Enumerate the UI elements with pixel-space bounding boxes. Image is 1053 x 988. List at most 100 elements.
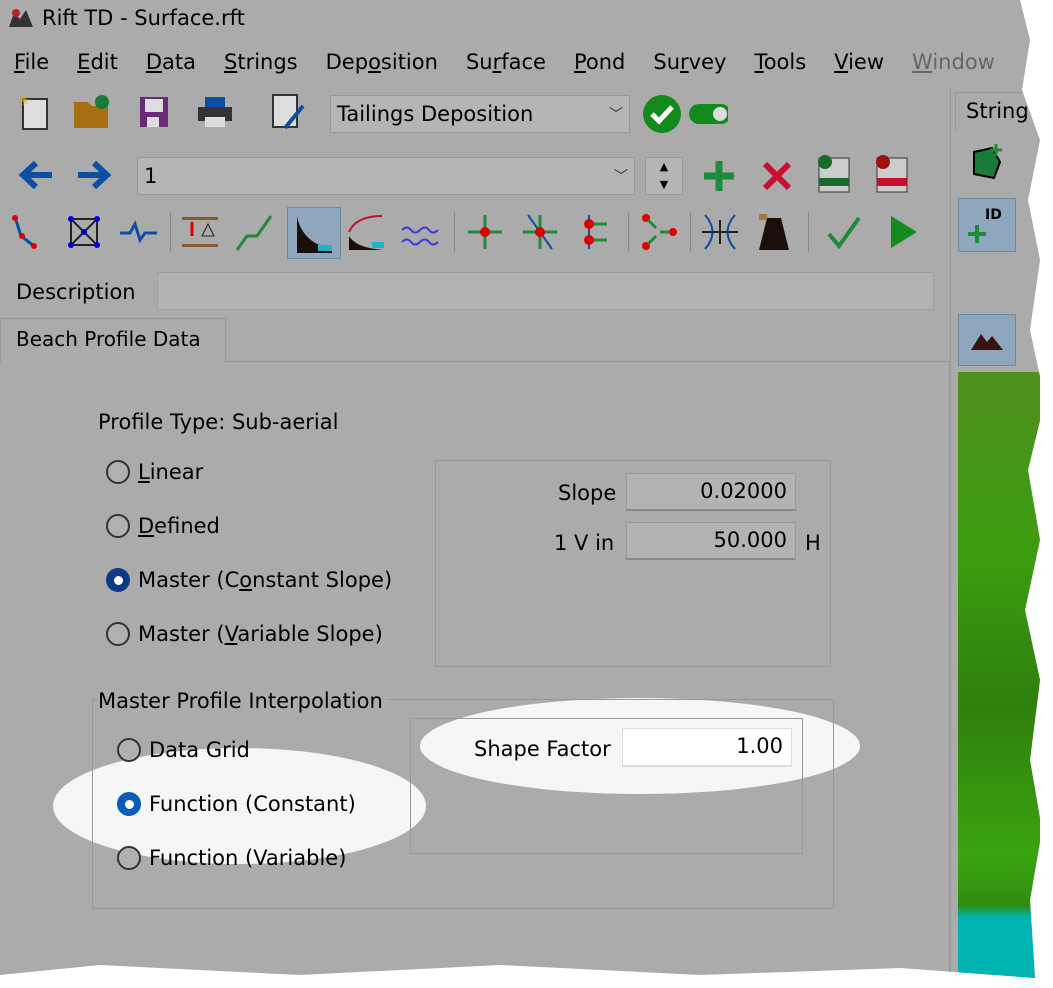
toggle-on-icon[interactable] xyxy=(688,94,728,134)
radio-button[interactable] xyxy=(106,460,130,484)
profile-type-radio[interactable]: Defined xyxy=(106,514,220,538)
tab-string[interactable]: String xyxy=(955,92,1040,132)
spin-down-icon[interactable]: ▼ xyxy=(646,176,682,194)
toolbar-separator xyxy=(628,212,629,252)
interpolation-radio[interactable]: Function (Variable) xyxy=(117,846,346,870)
elevation-icon[interactable] xyxy=(180,212,220,252)
menu-label: vey xyxy=(688,50,727,74)
menu-mnemonic: r xyxy=(492,50,502,74)
rift-td-logo-icon xyxy=(9,9,33,27)
menu-mnemonic: T xyxy=(754,50,764,74)
run-icon[interactable] xyxy=(883,212,923,252)
profile-type-radio[interactable]: Master (Constant Slope) xyxy=(106,568,392,592)
check-circle-icon[interactable] xyxy=(642,94,682,134)
radio-button[interactable] xyxy=(117,792,141,816)
add-polygon-icon[interactable] xyxy=(966,142,1006,182)
menu-label: Dep xyxy=(325,50,369,74)
beach-profile-icon[interactable] xyxy=(287,207,341,259)
menu-label: sition xyxy=(380,50,438,74)
menu-label: ata xyxy=(162,50,196,74)
menu-label: indow xyxy=(932,50,995,74)
menu-mnemonic: o xyxy=(368,50,381,74)
tab-beach-profile-data[interactable]: Beach Profile Data xyxy=(0,318,226,362)
add-row-grid-icon[interactable] xyxy=(814,154,854,194)
menu-mnemonic: r xyxy=(680,50,689,74)
spinner[interactable]: ▲ ▼ xyxy=(645,157,683,195)
radio-button[interactable] xyxy=(106,622,130,646)
delete-icon[interactable] xyxy=(757,156,797,196)
svg-text:✳: ✳ xyxy=(18,93,30,109)
beach-curve-icon[interactable] xyxy=(346,212,386,252)
profile-icon[interactable] xyxy=(118,212,158,252)
menu-item[interactable]: Tools xyxy=(740,50,820,74)
slope-input[interactable]: 0.02000 xyxy=(626,473,796,511)
toolbar-separator xyxy=(170,212,171,252)
delete-row-grid-icon[interactable] xyxy=(872,154,912,194)
menu-label: dit xyxy=(90,50,118,74)
radio-button[interactable] xyxy=(117,738,141,762)
water-icon[interactable] xyxy=(400,212,440,252)
split-point-icon[interactable] xyxy=(575,212,615,252)
menu-item[interactable]: Pond xyxy=(560,50,639,74)
terrain-view-icon[interactable] xyxy=(958,314,1016,366)
edit-document-icon[interactable] xyxy=(268,92,308,132)
menu-item[interactable]: Data xyxy=(132,50,210,74)
menu-label: iew xyxy=(848,50,885,74)
menu-mnemonic: S xyxy=(224,50,238,74)
new-file-icon[interactable]: ✳ xyxy=(14,92,54,132)
interpolation-radio[interactable]: Data Grid xyxy=(117,738,250,762)
save-icon[interactable] xyxy=(134,92,174,132)
radio-button[interactable] xyxy=(117,846,141,870)
menu-mnemonic: F xyxy=(14,50,25,74)
terrain-surface-view[interactable] xyxy=(958,372,1040,978)
window-title: Rift TD - Surface.rft xyxy=(42,6,245,30)
slope-label: Slope xyxy=(558,481,617,505)
embankment-icon[interactable] xyxy=(755,212,795,252)
merge-points-icon[interactable] xyxy=(638,212,678,252)
toolbar-separator xyxy=(808,212,809,252)
app-window: Rift TD - Surface.rft File Edit Data String… xyxy=(0,0,1040,978)
profile-type-radio[interactable]: Linear xyxy=(106,460,203,484)
profile-type-radio[interactable]: Master (Variable Slope) xyxy=(106,622,383,646)
menu-item[interactable]: Strings xyxy=(210,50,312,74)
menu-label: ile xyxy=(24,50,50,74)
move-point-icon[interactable] xyxy=(465,212,505,252)
cross-point-icon[interactable] xyxy=(520,212,560,252)
intersect-icon[interactable] xyxy=(700,212,740,252)
description-input[interactable] xyxy=(157,272,934,310)
interpolation-radio[interactable]: Function (Constant) xyxy=(117,792,356,816)
radio-label: Master (Constant Slope) xyxy=(138,568,393,592)
string-select-value: 1 xyxy=(144,164,158,188)
mode-select[interactable]: Tailings Deposition ﹀ xyxy=(330,95,630,133)
menu-mnemonic: V xyxy=(834,50,849,74)
add-icon[interactable] xyxy=(699,156,739,196)
radio-button[interactable] xyxy=(106,514,130,538)
network-icon[interactable] xyxy=(64,212,104,252)
radio-label: Function (Variable) xyxy=(149,846,347,870)
menu-item[interactable]: Survey xyxy=(639,50,740,74)
menu-item[interactable]: Deposition xyxy=(312,50,452,74)
menu-item[interactable]: File xyxy=(0,50,63,74)
polyline-icon[interactable] xyxy=(10,212,50,252)
check-icon[interactable] xyxy=(824,212,864,252)
print-icon[interactable] xyxy=(195,92,235,132)
ratio-input[interactable]: 50.000 xyxy=(626,522,796,560)
radio-button[interactable] xyxy=(106,568,130,592)
chevron-down-icon: ﹀ xyxy=(609,107,623,123)
arrow-left-icon[interactable] xyxy=(16,155,56,195)
arrow-right-icon[interactable] xyxy=(74,155,114,195)
radio-label: Data Grid xyxy=(149,738,250,762)
string-select[interactable]: 1 ﹀ xyxy=(137,157,635,195)
shape-factor-input[interactable]: 1.00 xyxy=(622,728,792,767)
menu-item[interactable]: Surface xyxy=(452,50,560,74)
title-bar: Rift TD - Surface.rft xyxy=(8,6,245,30)
menu-item[interactable]: Edit xyxy=(63,50,132,74)
open-folder-icon[interactable] xyxy=(72,92,112,132)
menu-item[interactable]: View xyxy=(820,50,898,74)
menu-item[interactable]: Window xyxy=(898,50,1009,74)
spin-up-icon[interactable]: ▲ xyxy=(646,158,682,176)
add-id-icon[interactable]: ID xyxy=(958,198,1016,252)
slope-line-icon[interactable] xyxy=(234,212,274,252)
description-label: Description xyxy=(16,280,136,304)
menu-mnemonic: D xyxy=(145,50,163,74)
